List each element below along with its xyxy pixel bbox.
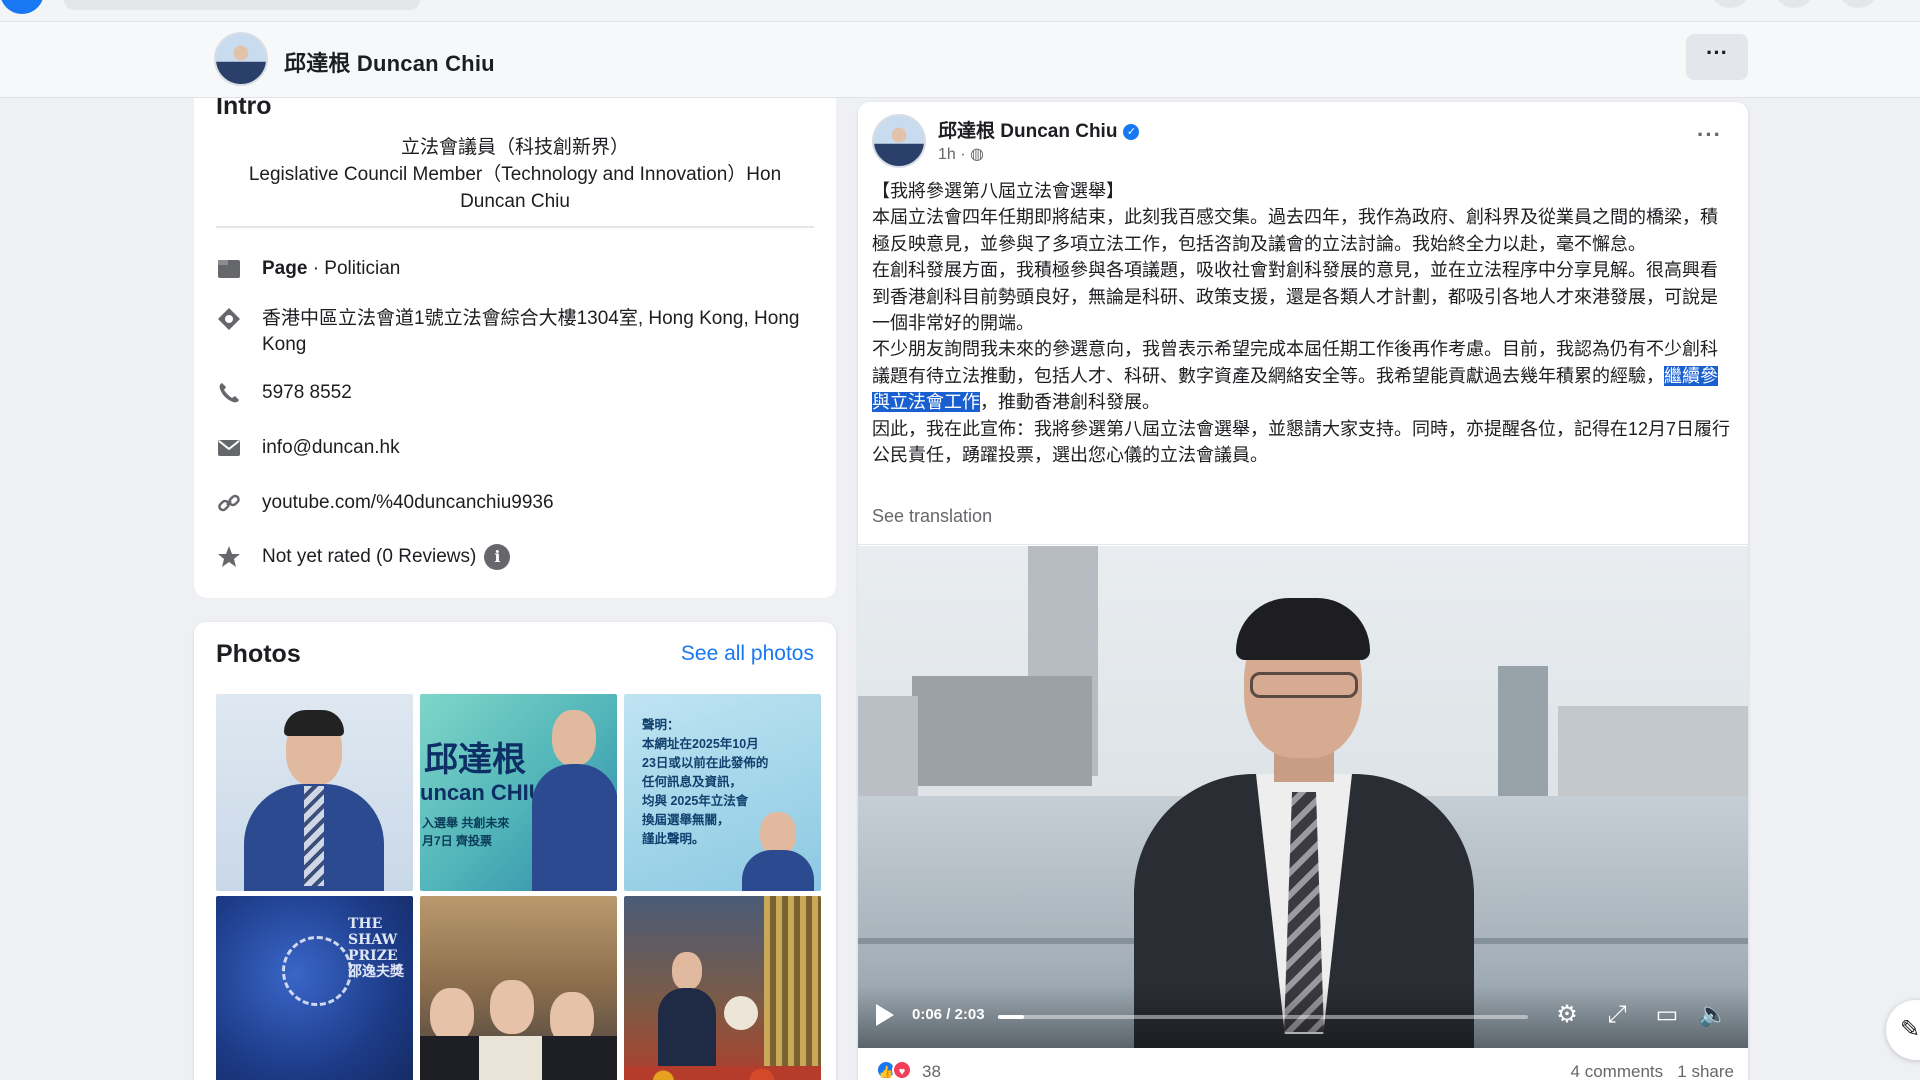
- post-author-name[interactable]: 邱達根 Duncan Chiu: [938, 121, 1117, 142]
- video-time: 0:06 / 2:03: [912, 1006, 985, 1023]
- tile2-name-zh: 邱達根: [424, 741, 526, 779]
- post-more-button[interactable]: ···: [1697, 122, 1722, 148]
- phone-text[interactable]: 5978 8552: [262, 380, 352, 406]
- para4-after: ，推動香港創科發展。: [980, 392, 1160, 413]
- photo-tile-4[interactable]: THE SHAW PRIZE 邵逸夫獎: [216, 896, 413, 1080]
- post-paragraph-5: 因此，我在此宣佈：我將參選第八屆立法會選舉，並懇請大家支持。同時，亦提醒各位，記…: [872, 418, 1731, 466]
- star-icon: [216, 544, 242, 570]
- post-author-avatar[interactable]: [872, 114, 926, 168]
- tile4-shaw-prize: THE SHAW PRIZE 邵逸夫獎: [348, 916, 404, 980]
- location-pin-icon: [216, 306, 242, 332]
- picture-in-picture-icon[interactable]: ▭: [1652, 1000, 1682, 1030]
- post-timestamp: 1h · ◍: [938, 144, 984, 164]
- reactions-row: 👍 ♥ 38 4 comments 1 share: [872, 1056, 1734, 1080]
- page-avatar[interactable]: [214, 32, 268, 86]
- video-player[interactable]: 0:06 / 2:03 ⚙ ⤢ ▭ 🔈: [858, 546, 1748, 1048]
- video-controls: 0:06 / 2:03 ⚙ ⤢ ▭ 🔈: [858, 986, 1748, 1048]
- tile2-slogan: 入選舉 共創未來: [422, 816, 510, 830]
- address-text[interactable]: 香港中區立法會道1號立法會綜合大樓1304室, Hong Kong, Hong …: [262, 306, 816, 358]
- browser-top-strip: [0, 0, 1920, 22]
- intro-email-row: info@duncan.hk: [216, 435, 816, 461]
- tile3-statement: 聲明： 本網址在2025年10月 23日或以前在此發佈的 任何訊息及資訊， 均與…: [642, 718, 769, 846]
- search-bar[interactable]: [64, 0, 420, 10]
- phone-icon: [216, 380, 242, 406]
- link-icon: [216, 490, 242, 516]
- post-author-line: 邱達根 Duncan Chiu ✓: [938, 116, 1140, 143]
- post-paragraph-1: 【我將參選第八屆立法會選舉】: [872, 181, 1124, 201]
- intro-phone-row: 5978 8552: [216, 380, 816, 406]
- new-message-button[interactable]: ✎: [1886, 1000, 1920, 1060]
- video-building: [1498, 666, 1548, 796]
- photos-title: Photos: [216, 640, 301, 668]
- intro-card: Intro 立法會議員（科技創新界） Legislative Council M…: [194, 98, 836, 598]
- post-card: 邱達根 Duncan Chiu ✓ 1h · ◍ ··· 【我將參選第八屆立法會選…: [858, 102, 1748, 1080]
- info-icon[interactable]: i: [484, 544, 511, 570]
- page-name[interactable]: 邱達根 Duncan Chiu: [284, 46, 495, 78]
- video-building: [912, 676, 1092, 786]
- video-person-glasses: [1250, 672, 1358, 698]
- facebook-logo-icon[interactable]: [0, 0, 44, 14]
- comments-shares-count[interactable]: 4 comments 1 share: [1571, 1062, 1734, 1080]
- post-paragraph-4: 不少朋友詢問我未來的參選意向，我曾表示希望完成本屆任期工作後再作考慮。目前，我認…: [872, 336, 1734, 415]
- reaction-count[interactable]: 38: [922, 1062, 941, 1080]
- menu-icon[interactable]: [1710, 0, 1750, 8]
- video-building: [1558, 706, 1748, 796]
- video-progress-bar[interactable]: [998, 1015, 1528, 1019]
- love-reaction-icon[interactable]: ♥: [892, 1060, 912, 1080]
- email-text[interactable]: info@duncan.hk: [262, 435, 400, 461]
- volume-icon[interactable]: 🔈: [1698, 1000, 1728, 1030]
- settings-icon[interactable]: ⚙: [1552, 1000, 1582, 1030]
- photo-tile-5[interactable]: [420, 896, 617, 1080]
- bio-line-1: 立法會議員（科技創新界）: [400, 137, 629, 158]
- email-icon: [216, 435, 242, 461]
- page-more-button[interactable]: ···: [1686, 34, 1748, 80]
- intro-bio: 立法會議員（科技創新界） Legislative Council Member（…: [216, 134, 814, 215]
- para4-before: 不少朋友詢問我未來的參選意向，我曾表示希望完成本屆任期工作後再作考慮。目前，我認…: [872, 339, 1718, 386]
- photo-tile-6[interactable]: [624, 896, 821, 1080]
- tile2-date: 月7日 齊投票: [422, 834, 493, 848]
- video-progress-fill: [998, 1015, 1024, 1019]
- globe-icon: ◍: [970, 146, 984, 163]
- video-building: [858, 696, 918, 796]
- flag-icon: [216, 256, 242, 282]
- website-link[interactable]: youtube.com/%40duncanchiu9936: [262, 490, 554, 516]
- see-translation-link[interactable]: See translation: [872, 506, 992, 527]
- tile2-name-en: uncan CHIU: [420, 780, 545, 805]
- intro-website-row: youtube.com/%40duncanchiu9936: [216, 490, 816, 516]
- see-all-photos-link[interactable]: See all photos: [681, 642, 814, 666]
- post-time-text[interactable]: 1h ·: [938, 146, 970, 163]
- intro-address-row: 香港中區立法會道1號立法會綜合大樓1304室, Hong Kong, Hong …: [216, 306, 816, 358]
- post-divider: [858, 544, 1748, 545]
- post-paragraph-3: 在創科發展方面，我積極參與各項議題，吸收社會對創科發展的意見，並在立法程序中分享…: [872, 260, 1718, 334]
- category-label: Page: [262, 258, 308, 279]
- post-paragraph-2: 本屆立法會四年任期即將結束，此刻我百感交集。過去四年，我作為政府、創科界及從業員…: [872, 207, 1718, 254]
- category-value: · Politician: [307, 258, 401, 279]
- page-header: 邱達根 Duncan Chiu ···: [0, 22, 1920, 98]
- intro-rating-row: Not yet rated (0 Reviews) i: [216, 544, 816, 570]
- rating-text: Not yet rated (0 Reviews): [262, 546, 477, 568]
- notifications-icon[interactable]: [1838, 0, 1878, 8]
- post-body: 【我將參選第八屆立法會選舉】 本屆立法會四年任期即將結束，此刻我百感交集。過去四…: [872, 178, 1734, 468]
- photo-tile-1[interactable]: [216, 694, 413, 891]
- photo-tile-2[interactable]: 邱達根 uncan CHIU 入選舉 共創未來 月7日 齊投票: [420, 694, 617, 891]
- bio-line-2: Legislative Council Member（Technology an…: [248, 164, 782, 212]
- intro-category-row: Page · Politician: [216, 256, 816, 282]
- intro-divider: [216, 226, 814, 228]
- verified-badge-icon: ✓: [1123, 124, 1140, 140]
- messenger-icon[interactable]: [1774, 0, 1814, 8]
- play-icon[interactable]: [876, 1004, 894, 1026]
- photos-card: Photos See all photos 邱達根 uncan CHIU 入選舉…: [194, 622, 836, 1080]
- fullscreen-icon[interactable]: ⤢: [1602, 1000, 1632, 1030]
- photo-tile-3[interactable]: 聲明： 本網址在2025年10月 23日或以前在此發佈的 任何訊息及資訊， 均與…: [624, 694, 821, 891]
